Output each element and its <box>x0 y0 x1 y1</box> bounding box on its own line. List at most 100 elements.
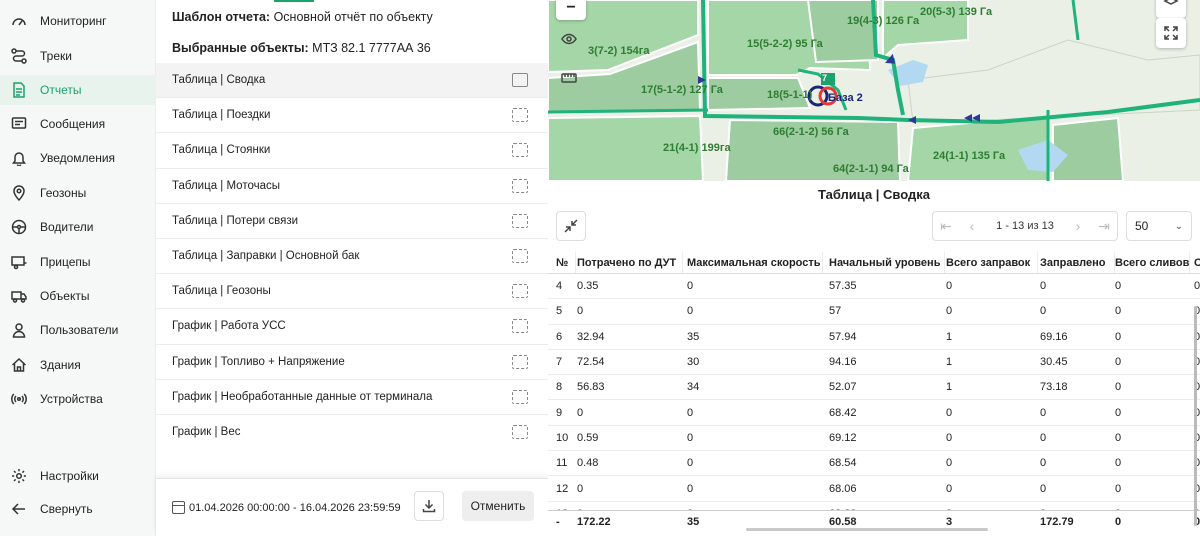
select-icon[interactable] <box>512 249 528 264</box>
table-row[interactable]: 5 0 0 57 0 0 0 0 <box>548 299 1200 325</box>
sidebar-collapse-label: Свернуть <box>40 502 93 516</box>
select-icon[interactable] <box>512 143 528 158</box>
sidebar-item-drivers[interactable]: Водители <box>0 212 156 242</box>
sidebar-item-label: Уведомления <box>40 151 116 165</box>
last-page-button[interactable]: ⇥ <box>1091 212 1117 240</box>
table-row[interactable]: 10 0.59 0 69.12 0 0 0 0 <box>548 426 1200 452</box>
select-icon[interactable] <box>512 178 528 193</box>
cancel-button[interactable]: Отменить <box>462 491 534 521</box>
report-item[interactable]: График | Необработанные данные от термин… <box>156 380 548 415</box>
column-header[interactable]: № <box>556 252 576 273</box>
select-icon[interactable] <box>512 284 528 299</box>
visibility-button[interactable] <box>554 24 584 54</box>
horizontal-scrollbar[interactable] <box>746 528 988 531</box>
sidebar-item-settings[interactable]: Настройки <box>0 461 156 491</box>
column-header[interactable]: Всего заправок <box>946 252 1038 273</box>
data-table: № Потрачено по ДУТ Максимальная скорость… <box>548 252 1200 532</box>
table-row[interactable]: 7 72.54 30 94.16 1 30.45 0 0 <box>548 350 1200 376</box>
sidebar-item-monitoring[interactable]: Мониторинг <box>0 6 156 36</box>
table-cell: 12 <box>556 482 569 495</box>
sidebar-item-messages[interactable]: Сообщения <box>0 109 156 139</box>
sidebar-item-objects[interactable]: Объекты <box>0 281 156 311</box>
date-range[interactable]: 01.04.2026 00:00:00 - 16.04.2026 23:59:5… <box>189 502 401 514</box>
sidebar-item-devices[interactable]: Устройства <box>0 384 156 414</box>
prev-page-button[interactable]: ‹ <box>959 212 985 240</box>
report-item-label: Таблица | Моточасы <box>172 179 281 192</box>
collapse-button[interactable] <box>556 211 586 241</box>
table-cell: 0 <box>1115 305 1122 318</box>
table-cell: 32.94 <box>577 330 605 343</box>
table-body: 4 0.35 0 57.35 0 0 0 0 5 0 0 57 0 0 0 0 6 32.94 35 57.94 1 69… <box>548 274 1200 527</box>
calendar-icon <box>172 501 185 514</box>
column-header[interactable]: Заправлено <box>1040 252 1115 273</box>
report-item[interactable]: График | Работа УСС <box>156 309 548 345</box>
fullscreen-button[interactable] <box>1156 18 1186 48</box>
sidebar-collapse-button[interactable]: Свернуть <box>0 494 156 524</box>
page-size-value: 50 <box>1135 219 1149 233</box>
next-page-button[interactable]: › <box>1065 212 1091 240</box>
table-cell: 1 <box>946 330 953 343</box>
vertical-scrollbar[interactable] <box>1194 306 1197 526</box>
table-cell: 68.54 <box>829 457 857 470</box>
expand-icon <box>1164 26 1178 40</box>
sidebar-item-buildings[interactable]: Здания <box>0 350 156 380</box>
download-button[interactable] <box>414 491 444 521</box>
table-cell: 6 <box>556 330 563 343</box>
table-cell: 5 <box>556 305 563 318</box>
table-cell: 56.83 <box>577 381 605 394</box>
report-item[interactable]: Таблица | Стоянки <box>156 133 548 169</box>
table-row[interactable]: 11 0.48 0 68.54 0 0 0 0 <box>548 451 1200 477</box>
select-icon[interactable] <box>512 73 528 88</box>
sidebar-item-tracks[interactable]: Треки <box>0 41 156 71</box>
report-item[interactable]: Таблица | Геозоны <box>156 274 548 310</box>
pagination: ⇤ ‹ 1 - 13 из 13 › ⇥ <box>932 211 1118 241</box>
column-header[interactable]: С <box>1194 252 1200 273</box>
select-icon[interactable] <box>512 108 528 123</box>
column-header[interactable]: Максимальная скорость <box>687 252 823 273</box>
objects-value: МТЗ 82.1 7777АА 36 <box>312 41 431 55</box>
table-cell: 0 <box>687 280 694 293</box>
report-item[interactable]: График | Топливо + Напряжение <box>156 345 548 380</box>
report-item[interactable]: Таблица | Заправки | Основной бак <box>156 239 548 275</box>
sidebar-settings-label: Настройки <box>40 469 99 483</box>
map[interactable]: База 2 7 20(5-3) 139 Га 19(4-3) 126 Га 1… <box>548 0 1200 181</box>
report-item[interactable]: Таблица | Поездки <box>156 98 548 134</box>
sidebar-item-geozones[interactable]: Геозоны <box>0 178 156 208</box>
first-page-button[interactable]: ⇤ <box>933 212 959 240</box>
report-item[interactable]: Таблица | Сводка <box>156 63 548 99</box>
column-header[interactable]: Всего сливов <box>1115 252 1190 273</box>
map-layers-button[interactable] <box>1156 0 1186 18</box>
table-row[interactable]: 9 0 0 68.42 0 0 0 0 <box>548 400 1200 426</box>
report-item[interactable]: Таблица | Потери связи <box>156 204 548 239</box>
report-item[interactable]: График | Вес <box>156 415 548 450</box>
sidebar-item-label: Пользователи <box>40 323 119 337</box>
select-icon[interactable] <box>512 319 528 334</box>
table-cell: 0 <box>1115 406 1122 419</box>
report-item[interactable]: Таблица | Моточасы <box>156 169 548 204</box>
table-row[interactable]: 8 56.83 34 52.07 1 73.18 0 0 <box>548 375 1200 401</box>
sidebar-item-notifications[interactable]: Уведомления <box>0 143 156 173</box>
select-icon[interactable] <box>512 425 528 440</box>
sidebar-item-reports[interactable]: Отчеты <box>0 75 156 105</box>
column-header[interactable]: Начальный уровень <box>829 252 945 273</box>
select-icon[interactable] <box>512 389 528 404</box>
column-header[interactable]: Потрачено по ДУТ <box>577 252 683 273</box>
zoom-out-button[interactable]: − <box>556 0 586 20</box>
table-row[interactable]: 12 0 0 68.06 0 0 0 0 <box>548 476 1200 502</box>
ruler-button[interactable] <box>554 63 584 93</box>
table-cell: 0 <box>687 457 694 470</box>
select-icon[interactable] <box>512 213 528 228</box>
sidebar-item-users[interactable]: Пользователи <box>0 315 156 345</box>
trailer-icon <box>11 254 27 270</box>
page-size-select[interactable]: 50 ⌄ <box>1126 211 1192 241</box>
steering-wheel-icon <box>11 219 27 235</box>
table-cell: 30.45 <box>1040 356 1068 369</box>
table-cell: 0 <box>687 305 694 318</box>
sidebar-item-trailers[interactable]: Прицепы <box>0 247 156 277</box>
sidebar-item-label: Мониторинг <box>40 14 107 28</box>
select-icon[interactable] <box>512 354 528 369</box>
table-cell: 7 <box>556 356 563 369</box>
table-row[interactable]: 6 32.94 35 57.94 1 69.16 0 0 <box>548 325 1200 350</box>
table-cell: 0 <box>1115 457 1122 470</box>
table-row[interactable]: 4 0.35 0 57.35 0 0 0 0 <box>548 274 1200 300</box>
